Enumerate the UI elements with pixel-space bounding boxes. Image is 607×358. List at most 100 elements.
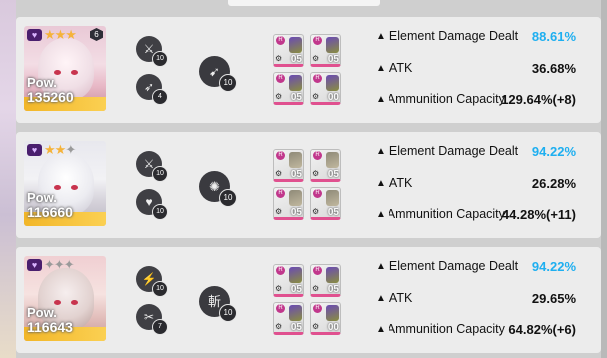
gear-item-icon [289, 75, 302, 91]
stat-line: ▲Ammunition Capacity [376, 322, 505, 342]
star-filled-icon: ★★★ [44, 27, 77, 42]
skill-level-badge: 10 [152, 204, 168, 220]
gear-item-icon [289, 190, 302, 206]
stat-line: ▲Ammunition Capacity [376, 92, 505, 112]
stat-value: 36.68% [531, 61, 576, 76]
stat-value: 94.22% [531, 259, 576, 274]
stat-value: 64.82%(+6) [508, 322, 576, 337]
burst-glyph: ✺ [209, 179, 220, 194]
gear-rarity-icon: R [276, 266, 285, 275]
gear-type-icon: ⚙ [312, 54, 320, 63]
gear-slot[interactable]: R ⚙ 05 [273, 187, 304, 220]
gear-type-icon: ⚙ [312, 207, 320, 216]
power-label: Pow. [27, 75, 57, 90]
gear-rarity-icon: R [276, 304, 285, 313]
gear-slot[interactable]: R ⚙ 00 [310, 72, 341, 105]
skill-level-badge: 10 [152, 51, 168, 67]
burst-level-badge: 10 [219, 189, 237, 207]
gear-rarity-icon: R [313, 74, 322, 83]
gear-item-icon [289, 37, 302, 53]
gear-item-icon [289, 152, 302, 168]
power-value: 116660 [27, 204, 73, 220]
gear-rarity-icon: R [313, 151, 322, 160]
gear-level: 05 [290, 207, 302, 218]
heart-skill-icon[interactable]: ♥ 10 [136, 189, 168, 220]
gear-type-icon: ⚙ [275, 54, 283, 63]
gear-level: 05 [327, 284, 339, 295]
skill-level-badge: 7 [152, 319, 168, 335]
star-empty-icon: ✦✦✦ [44, 257, 75, 272]
gear-slot[interactable]: R ⚙ 05 [310, 149, 341, 182]
stat-name: Element Damage Dealt [388, 144, 519, 158]
crossed-weapons-icon[interactable]: ⚔ 10 [136, 151, 168, 182]
skill-level-badge: 10 [152, 166, 168, 182]
character-portrait[interactable]: ♥ ✦✦✦ Pow. 116643 [24, 256, 106, 341]
stat-line: ▲ ATK [376, 61, 412, 81]
stat-up-arrow-icon: ▲ [376, 63, 386, 74]
stat-up-arrow-icon: ▲ [376, 293, 386, 304]
gear-item-icon [326, 305, 339, 321]
stat-value: 94.22% [531, 144, 576, 159]
gear-slot[interactable]: R ⚙ 05 [310, 34, 341, 67]
limit-break-stars: ★★✦ [44, 142, 76, 158]
stat-line: ▲ Element Damage Dealt [376, 144, 518, 164]
stat-value: 29.65% [531, 291, 576, 306]
character-portrait[interactable]: ♥ ★★✦ Pow. 116660 [24, 141, 106, 226]
character-eye [71, 185, 78, 190]
power-label: Pow. [27, 190, 57, 205]
gear-type-icon: ⚙ [312, 92, 320, 101]
stat-up-arrow-icon: ▲ [376, 324, 386, 335]
stat-line: ▲Ammunition Capacity [376, 207, 505, 227]
burst-type-icon: ♥ [27, 259, 42, 271]
power-value: 116643 [27, 319, 73, 335]
limit-break-stars: ★★★ [44, 27, 77, 43]
gear-item-icon [326, 75, 339, 91]
power-label: Pow. [27, 305, 57, 320]
character-row[interactable]: ♥ ✦✦✦ Pow. 116643 ⚡ 10 ✂ 7 斬 10 R ⚙ 05 R ⚙ 05 R ⚙ 05 R ⚙ 00 ▲ E… [16, 247, 601, 353]
gear-item-icon [326, 267, 339, 283]
scrollbar-track[interactable] [601, 0, 607, 358]
burst-level-badge: 10 [219, 304, 237, 322]
star-filled-icon: ★★ [44, 142, 66, 157]
kanji-skill-icon[interactable]: 斬 10 [199, 286, 237, 322]
character-portrait[interactable]: ♥ ★★★ 6 Pow. 135260 [24, 26, 106, 111]
gear-type-icon: ⚙ [275, 322, 283, 331]
flame-skill-icon[interactable]: ✺ 10 [199, 171, 237, 207]
crossed-weapons-icon[interactable]: ⚔ 10 [136, 36, 168, 67]
stat-up-arrow-icon: ▲ [376, 261, 386, 272]
stat-name: ATK [388, 176, 413, 190]
gear-slot[interactable]: R ⚙ 05 [273, 72, 304, 105]
arrow-skill-icon[interactable]: ➶ 4 [136, 74, 168, 105]
character-row[interactable]: ♥ ★★✦ Pow. 116660 ⚔ 10 ♥ 10 ✺ 10 R ⚙ 05 R ⚙ 05 R ⚙ 05 R ⚙ 05 ▲… [16, 132, 601, 238]
gear-slot[interactable]: R ⚙ 05 [273, 264, 304, 297]
gear-level: 05 [290, 92, 302, 103]
gear-type-icon: ⚙ [275, 284, 283, 293]
slash-skill-icon[interactable]: ⚡ 10 [136, 266, 168, 297]
gear-slot[interactable]: R ⚙ 00 [310, 302, 341, 335]
gear-slot[interactable]: R ⚙ 05 [273, 149, 304, 182]
stat-line: ▲ ATK [376, 176, 412, 196]
gear-level: 05 [327, 54, 339, 65]
gear-slot[interactable]: R ⚙ 05 [273, 302, 304, 335]
stat-name: ATK [388, 61, 413, 75]
stat-value: 44.28%(+11) [501, 207, 576, 222]
gear-item-icon [289, 305, 302, 321]
stat-name: Ammunition Capacity [388, 92, 505, 106]
bullet-skill-icon[interactable]: ➹ 10 [199, 56, 237, 92]
gear-level: 05 [327, 207, 339, 218]
character-row[interactable]: ♥ ★★★ 6 Pow. 135260 ⚔ 10 ➶ 4 ➹ 10 R ⚙ 05 R ⚙ 05 R ⚙ 05 R ⚙ 00 ▲… [16, 17, 601, 123]
top-panel-edge [228, 0, 380, 6]
stat-up-arrow-icon: ▲ [376, 178, 386, 189]
gear-slot[interactable]: R ⚙ 05 [273, 34, 304, 67]
gear-item-icon [326, 37, 339, 53]
star-empty-icon: ✦ [65, 142, 76, 157]
stat-line: ▲ ATK [376, 291, 412, 311]
burst-type-icon: ♥ [27, 144, 42, 156]
stat-name: Element Damage Dealt [388, 259, 519, 273]
gear-level: 00 [327, 322, 339, 333]
power-value: 135260 [27, 89, 74, 105]
gear-rarity-icon: R [276, 36, 285, 45]
gear-slot[interactable]: R ⚙ 05 [310, 264, 341, 297]
blade-skill-icon[interactable]: ✂ 7 [136, 304, 168, 335]
gear-slot[interactable]: R ⚙ 05 [310, 187, 341, 220]
